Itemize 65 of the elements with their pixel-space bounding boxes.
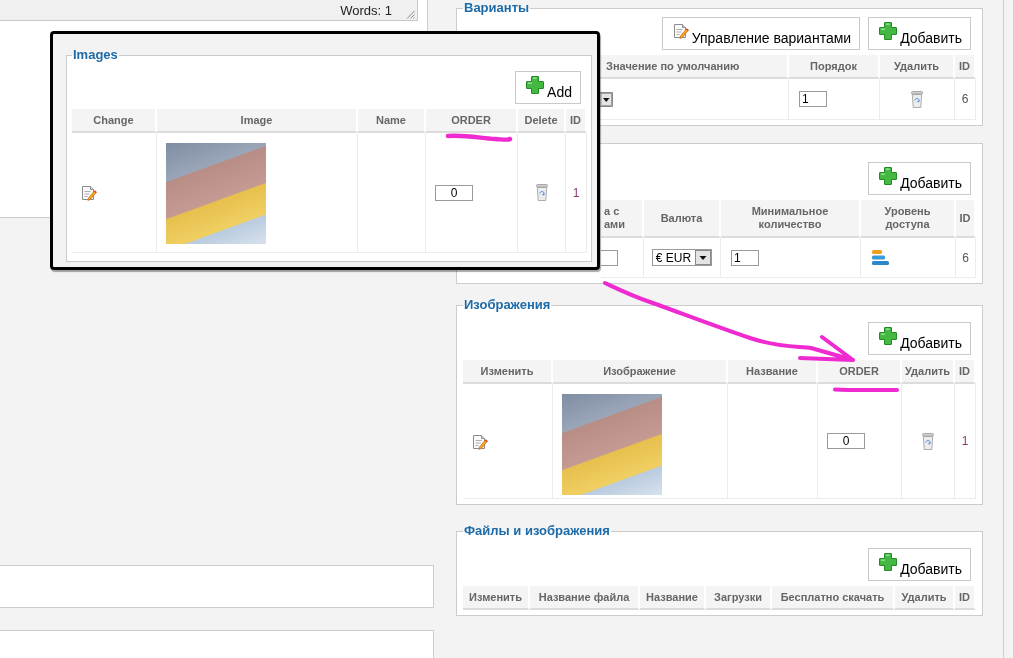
document-pencil-icon[interactable]	[472, 432, 488, 450]
column-header: Название файла	[530, 586, 640, 610]
column-header: Image	[157, 109, 358, 133]
add-button[interactable]: Добавить	[868, 322, 971, 355]
panel-title: Изображения	[463, 297, 552, 313]
document-pencil-icon[interactable]	[81, 184, 97, 201]
column-header: Название	[640, 586, 706, 610]
table-cell: 1	[566, 133, 587, 253]
order-field[interactable]: 0	[435, 184, 473, 201]
plus-icon	[879, 22, 898, 40]
table-cell: 6	[955, 79, 976, 120]
column-header: ID	[566, 109, 587, 133]
plus-icon	[879, 553, 898, 571]
column-header: Изменить	[463, 360, 553, 384]
plus-icon	[526, 76, 545, 94]
column-header: ID	[955, 55, 976, 79]
resize-grip-icon[interactable]	[406, 10, 415, 19]
select-field[interactable]	[600, 91, 613, 107]
column-header: Изображение	[553, 360, 728, 384]
panel-title: Варианты	[463, 0, 531, 16]
document-pencil-icon	[672, 22, 689, 39]
word-count: Words: 1	[340, 2, 392, 18]
column-header: Значение по умолчанию	[600, 55, 789, 79]
quantity-field[interactable]: 1	[731, 249, 759, 266]
order-field[interactable]: 0	[827, 433, 865, 449]
trash-icon[interactable]	[911, 90, 923, 108]
currency-select[interactable]: € EUR	[651, 249, 713, 266]
column-header: Change	[72, 109, 157, 133]
panel-title: Файлы и изображения	[463, 523, 611, 539]
add-button[interactable]: Добавить	[868, 17, 971, 50]
table-cell: 1	[955, 384, 976, 499]
stacked-bars-icon[interactable]	[872, 250, 889, 265]
column-header: ID	[956, 200, 976, 238]
column-header: Name	[358, 109, 426, 133]
column-header: Бесплатно скачать	[772, 586, 895, 610]
highlight-underline	[445, 132, 513, 143]
panel-title: Images	[72, 47, 119, 63]
manage-variants-button[interactable]: Управление вариантами	[661, 17, 861, 50]
column-header: ID	[955, 586, 976, 610]
column-header: Delete	[518, 109, 566, 133]
order-field[interactable]: 1	[799, 91, 827, 107]
column-header: Минимальное количество	[721, 200, 861, 238]
column-header: Порядок	[789, 55, 880, 79]
plus-icon	[879, 167, 898, 185]
table-cell: 6	[956, 238, 976, 278]
column-header: Изменить	[463, 586, 530, 610]
column-header: ORDER	[818, 360, 902, 384]
add-button[interactable]: Добавить	[868, 162, 971, 195]
plus-icon	[879, 327, 898, 345]
column-header: Загрузки	[706, 586, 772, 610]
trash-icon[interactable]	[535, 184, 548, 201]
input-field[interactable]	[601, 249, 618, 266]
column-header: Удалить	[880, 55, 955, 79]
add-button[interactable]: Добавить	[868, 548, 971, 581]
column-header: Удалить	[902, 360, 955, 384]
column-header: а с ами	[601, 200, 644, 238]
column-header: Название	[728, 360, 818, 384]
column-header: ID	[955, 360, 976, 384]
column-header: Уровень доступа	[861, 200, 956, 238]
column-header: ORDER	[426, 109, 518, 133]
column-header: Валюта	[644, 200, 721, 238]
column-header: Удалить	[895, 586, 955, 610]
add-button[interactable]: Add	[515, 71, 581, 104]
highlight-underline	[832, 386, 900, 394]
trash-icon[interactable]	[922, 432, 934, 450]
